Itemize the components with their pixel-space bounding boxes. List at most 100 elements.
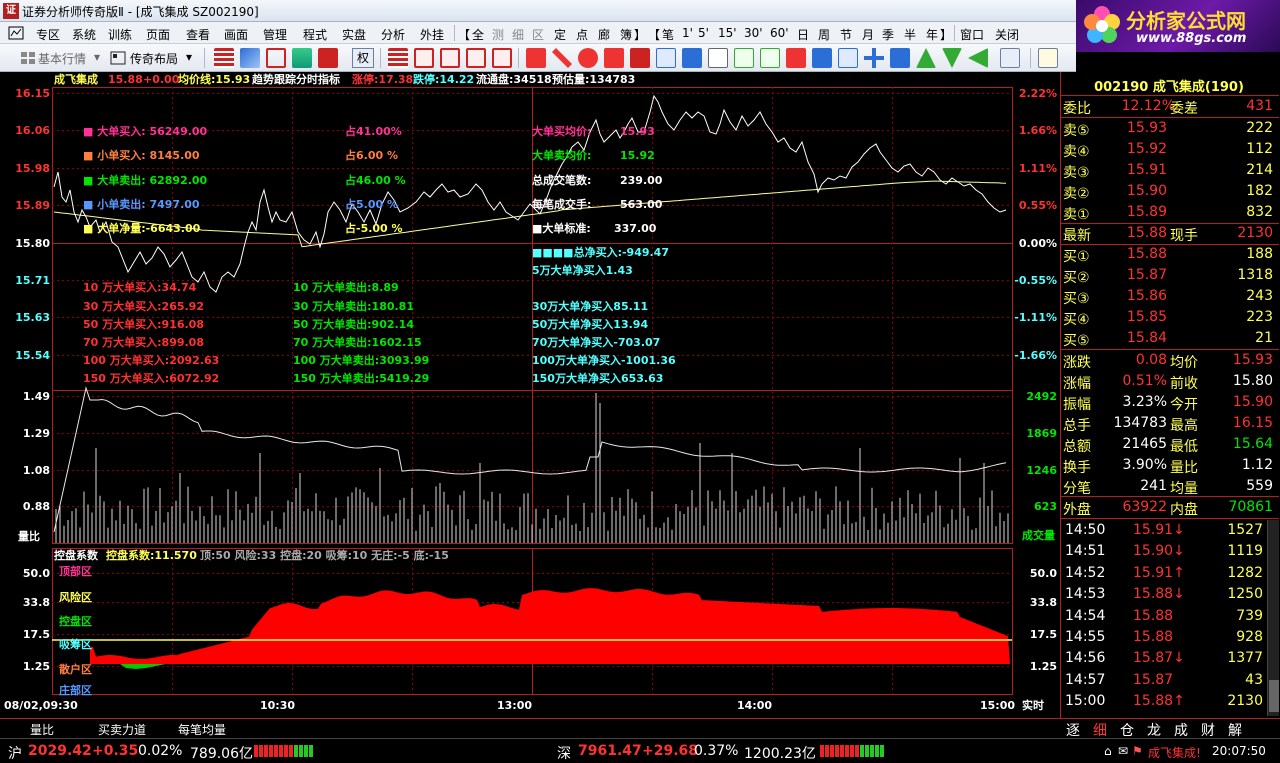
blue-chip-icon[interactable] bbox=[466, 48, 486, 68]
trend-chart-icon[interactable] bbox=[760, 48, 780, 68]
cursor-icon[interactable] bbox=[1038, 48, 1058, 68]
right-tab[interactable]: 细 bbox=[1093, 720, 1107, 740]
menu-waigua[interactable]: 外挂 bbox=[420, 26, 444, 43]
sound-icon[interactable] bbox=[578, 48, 598, 68]
sell-order-row: 卖① 15.89 832 bbox=[1061, 202, 1279, 223]
doc-icon[interactable] bbox=[708, 48, 728, 68]
menu-zhuanqu[interactable]: 专区 bbox=[36, 26, 60, 43]
menu-list-icon[interactable] bbox=[388, 48, 408, 68]
shanghai-icon[interactable] bbox=[414, 48, 434, 68]
home-icon[interactable]: ⌂ bbox=[1104, 744, 1112, 758]
menu-period-quan[interactable]: 全 bbox=[472, 26, 484, 43]
menu-kline-1[interactable]: 1' bbox=[682, 26, 693, 40]
layout-icon[interactable] bbox=[110, 51, 126, 65]
menu-kline-ji[interactable]: 季 bbox=[882, 26, 894, 43]
window-icon[interactable] bbox=[240, 48, 260, 68]
legend-layout-button[interactable]: 传奇布局 bbox=[130, 50, 178, 67]
sz-amount: 1200.23亿 bbox=[744, 746, 816, 762]
grid-toggle-icon[interactable] bbox=[1000, 48, 1020, 68]
menu-period-ce[interactable]: 测 bbox=[492, 26, 504, 43]
list-icon[interactable] bbox=[214, 48, 234, 68]
trend-up-icon[interactable] bbox=[734, 48, 754, 68]
menu-chengshi[interactable]: 程式 bbox=[303, 26, 327, 43]
menu-kline-60[interactable]: 60' bbox=[770, 26, 789, 40]
basic-quote-button[interactable]: 基本行情 bbox=[38, 50, 86, 67]
menu-fenxi[interactable]: 分析 bbox=[381, 26, 405, 43]
menu-kline-yue[interactable]: 月 bbox=[862, 26, 874, 43]
menu-shipan[interactable]: 实盘 bbox=[342, 26, 366, 43]
expand-icon[interactable] bbox=[890, 48, 910, 68]
right-percent-axis: 2.22% 1.66% 1.11% 0.55% 0.00% -0.55% -1.… bbox=[1014, 87, 1057, 362]
split-icon[interactable] bbox=[812, 48, 832, 68]
rights-button[interactable]: 权 bbox=[352, 48, 374, 68]
menu-window[interactable]: 窗口 bbox=[960, 26, 984, 43]
tab-avg-volume[interactable]: 每笔均量 bbox=[178, 721, 226, 738]
menu-huamian[interactable]: 画面 bbox=[224, 26, 248, 43]
info-icon[interactable] bbox=[604, 48, 624, 68]
menu-period-bu[interactable]: 簿 bbox=[620, 26, 632, 43]
menu-xunlian[interactable]: 训练 bbox=[108, 26, 132, 43]
stock-note: 成飞集成! bbox=[1148, 746, 1201, 760]
indicator-zones: 顶部区 风险区 控盘区 吸筹区 散户区 庄部区 bbox=[59, 564, 92, 697]
tick-time: 14:53 bbox=[1065, 586, 1106, 603]
grid-icon[interactable] bbox=[20, 51, 36, 65]
mail-status-icon[interactable]: ✉ bbox=[1118, 744, 1128, 758]
logo-url: www.88gs.com bbox=[1136, 31, 1247, 46]
shenzhen-icon[interactable] bbox=[440, 48, 460, 68]
menu-kline-ri[interactable]: 日 bbox=[797, 26, 809, 43]
menu-kline-ban[interactable]: 半 bbox=[904, 26, 916, 43]
menu-period-xi[interactable]: 细 bbox=[512, 26, 524, 43]
window2-icon[interactable] bbox=[838, 48, 858, 68]
menu-period-dian[interactable]: 点 bbox=[576, 26, 588, 43]
up-arrow-icon[interactable] bbox=[916, 48, 936, 68]
dropdown-arrow-icon[interactable]: ▾ bbox=[94, 50, 100, 64]
right-tab[interactable]: 财 bbox=[1201, 720, 1215, 740]
alert-icon[interactable] bbox=[526, 48, 546, 68]
right-tab[interactable]: 仓 bbox=[1120, 720, 1134, 740]
menu-yemian[interactable]: 页面 bbox=[146, 26, 170, 43]
right-tab[interactable]: 龙 bbox=[1147, 720, 1161, 740]
menu-period-ding[interactable]: 定 bbox=[554, 26, 566, 43]
move-icon[interactable] bbox=[864, 48, 884, 68]
overlay-right-value: 239.00 bbox=[620, 174, 663, 187]
pct-tick: 0.55% bbox=[1019, 199, 1057, 212]
right-tab[interactable]: 逐 bbox=[1066, 720, 1080, 740]
menu-period-qu[interactable]: 区 bbox=[532, 26, 544, 43]
tab-volume-ratio[interactable]: 量比 bbox=[30, 721, 54, 738]
menu-kline-nian[interactable]: 年 bbox=[926, 26, 938, 43]
menu-close[interactable]: 关闭 bbox=[995, 26, 1019, 43]
tick-time: 14:56 bbox=[1065, 650, 1106, 667]
overlay-right-label: 大单卖均价: bbox=[532, 148, 591, 162]
stop-icon[interactable] bbox=[630, 48, 650, 68]
menu-xitong[interactable]: 系统 bbox=[72, 26, 96, 43]
down-arrow-icon[interactable] bbox=[942, 48, 962, 68]
menu-kline-5[interactable]: 5' bbox=[698, 26, 709, 40]
tick-scrollbar[interactable] bbox=[1267, 520, 1279, 716]
quote-icon[interactable] bbox=[292, 48, 312, 68]
red-chart-icon[interactable] bbox=[318, 48, 338, 68]
bar-chart-icon[interactable] bbox=[786, 48, 806, 68]
divider bbox=[1061, 518, 1279, 519]
intraday-chart[interactable]: 成飞集成 15.88 +0.00 均价线:15.93 趋势跟踪分时指标 涨停:1… bbox=[0, 72, 1060, 718]
menu-kline-bi[interactable]: 笔 bbox=[662, 26, 674, 43]
tile-icon[interactable] bbox=[266, 48, 286, 68]
right-tab[interactable]: 解 bbox=[1228, 720, 1242, 740]
cross-icon[interactable] bbox=[552, 48, 572, 68]
scroll-thumb[interactable] bbox=[1269, 680, 1279, 712]
tab-buy-sell-force[interactable]: 买卖力道 bbox=[98, 721, 146, 738]
left-arrow-icon[interactable] bbox=[968, 48, 988, 68]
sector-icon[interactable] bbox=[492, 48, 512, 68]
menu-icon[interactable] bbox=[8, 26, 24, 43]
menu-chakan[interactable]: 查看 bbox=[186, 26, 210, 43]
menu-kline-15[interactable]: 15' bbox=[718, 26, 737, 40]
menu-guanli[interactable]: 管理 bbox=[263, 26, 287, 43]
right-tab[interactable]: 成 bbox=[1174, 720, 1188, 740]
menu-period-lang[interactable]: 廊 bbox=[598, 26, 610, 43]
alert-status-icon[interactable]: ⚑ bbox=[1132, 744, 1143, 758]
menu-kline-30[interactable]: 30' bbox=[744, 26, 763, 40]
menu-kline-zhou[interactable]: 周 bbox=[818, 26, 830, 43]
people-icon[interactable] bbox=[682, 48, 702, 68]
menu-kline-jie[interactable]: 节 bbox=[840, 26, 852, 43]
mail-icon[interactable] bbox=[656, 48, 676, 68]
dropdown-arrow-icon[interactable]: ▾ bbox=[186, 50, 192, 64]
